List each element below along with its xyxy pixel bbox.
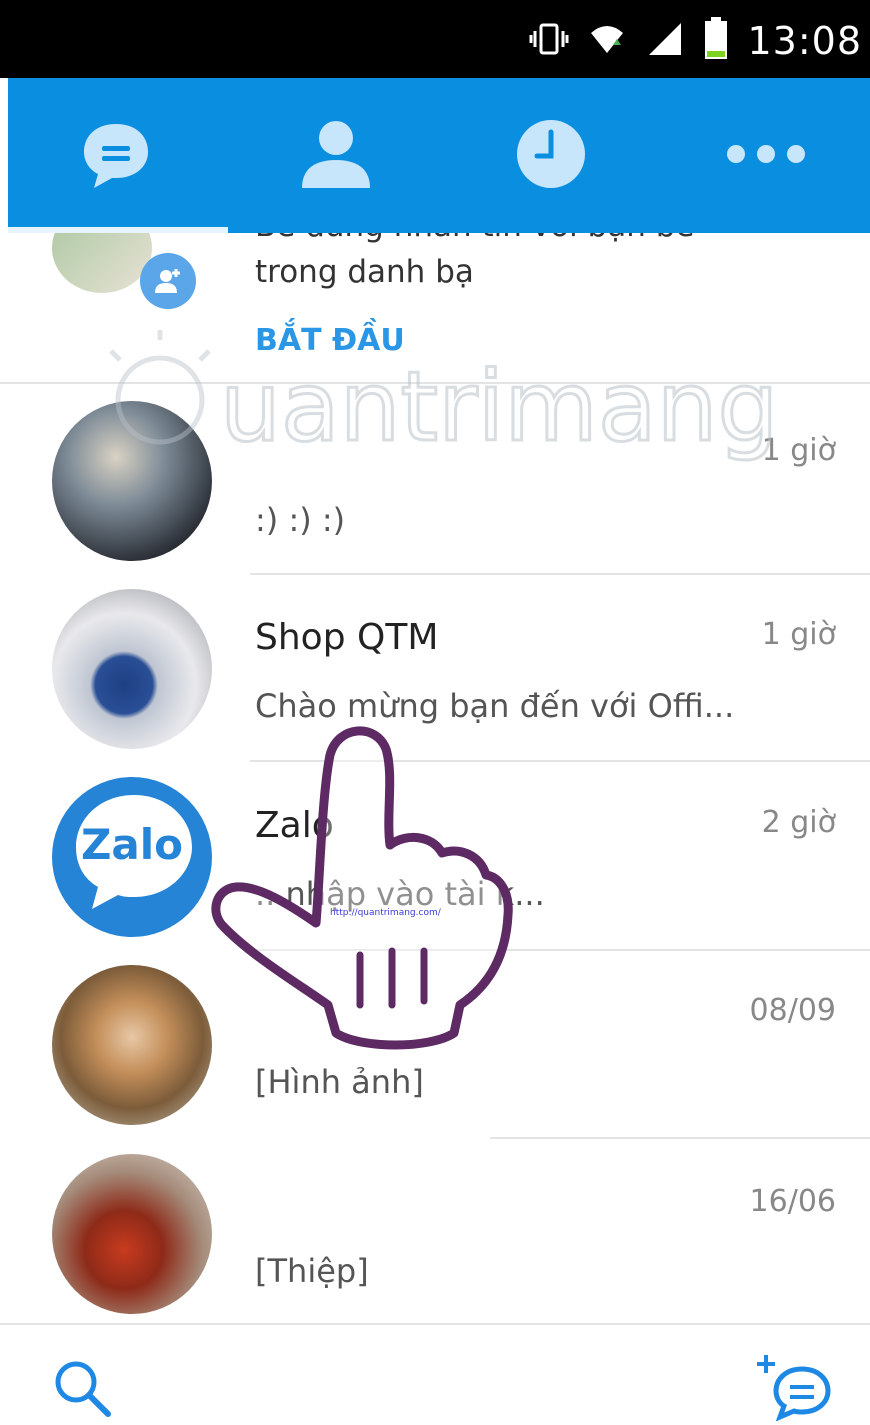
search-icon[interactable]	[52, 1358, 114, 1424]
contact-avatar	[52, 965, 212, 1125]
tab-messages[interactable]	[8, 78, 228, 233]
contact-avatar	[52, 589, 212, 749]
contact-avatar	[52, 1154, 212, 1314]
conversation-row[interactable]: 1 giờ :) :) :)	[0, 385, 870, 575]
conversation-row[interactable]: Shop QTM 1 giờ Chào mừng bạn đến với Off…	[0, 575, 870, 765]
tab-contacts[interactable]	[228, 78, 443, 233]
more-dots-icon	[716, 139, 816, 173]
conversation-list[interactable]: Bè dùng nhắn tin với bạn bè trong danh b…	[0, 233, 870, 1323]
wifi-icon	[587, 19, 627, 63]
conversation-time: 1 giờ	[761, 617, 836, 652]
clock-icon	[511, 114, 591, 198]
divider	[250, 760, 870, 762]
contact-avatar	[52, 401, 212, 561]
banner-avatar	[52, 233, 152, 293]
add-contact-icon	[140, 253, 196, 309]
conversation-preview: :) :) :)	[255, 501, 346, 539]
conversation-preview: [Hình ảnh]	[255, 1063, 424, 1101]
status-bar: 13:08	[0, 0, 870, 78]
conversation-row[interactable]: 16/06 [Thiệp]	[0, 1140, 870, 1323]
conversation-preview: ...nhập vào tài k...	[255, 875, 545, 913]
conversation-preview: Chào mừng bạn đến với Offi...	[255, 687, 735, 725]
conversation-time: 2 giờ	[761, 805, 836, 840]
status-time: 13:08	[747, 19, 862, 63]
conversation-name: Shop QTM	[255, 617, 439, 658]
chat-bubble-icon	[74, 112, 158, 200]
conversation-row[interactable]: 08/09 [Hình ảnh]	[0, 951, 870, 1141]
divider	[490, 1137, 870, 1139]
signal-icon	[645, 19, 685, 63]
conversation-time: 16/06	[749, 1184, 836, 1219]
bottom-bar	[0, 1323, 870, 1422]
new-message-icon[interactable]	[752, 1351, 842, 1425]
conversation-time: 08/09	[749, 993, 836, 1028]
zalo-avatar: Zalo	[52, 777, 212, 937]
tab-bar	[8, 78, 870, 233]
zalo-logo-text: Zalo	[81, 820, 183, 869]
conversation-preview: [Thiệp]	[255, 1252, 369, 1290]
divider	[0, 382, 870, 384]
start-button[interactable]: BẮT ĐẦU	[255, 323, 405, 358]
banner-text: Bè dùng nhắn tin với bạn bè trong danh b…	[255, 233, 694, 290]
person-icon	[296, 114, 376, 198]
divider	[0, 1323, 870, 1325]
battery-icon	[703, 17, 729, 65]
contacts-banner: Bè dùng nhắn tin với bạn bè trong danh b…	[0, 233, 870, 383]
status-icons: 13:08	[529, 14, 862, 68]
conversation-time: 1 giờ	[761, 433, 836, 468]
vibrate-icon	[529, 19, 569, 63]
conversation-row[interactable]: Zalo Zalo 2 giờ ...nhập vào tài k...	[0, 763, 870, 953]
conversation-name: Zalo	[255, 805, 334, 846]
tab-more[interactable]	[658, 78, 870, 233]
tab-timeline[interactable]	[443, 78, 658, 233]
